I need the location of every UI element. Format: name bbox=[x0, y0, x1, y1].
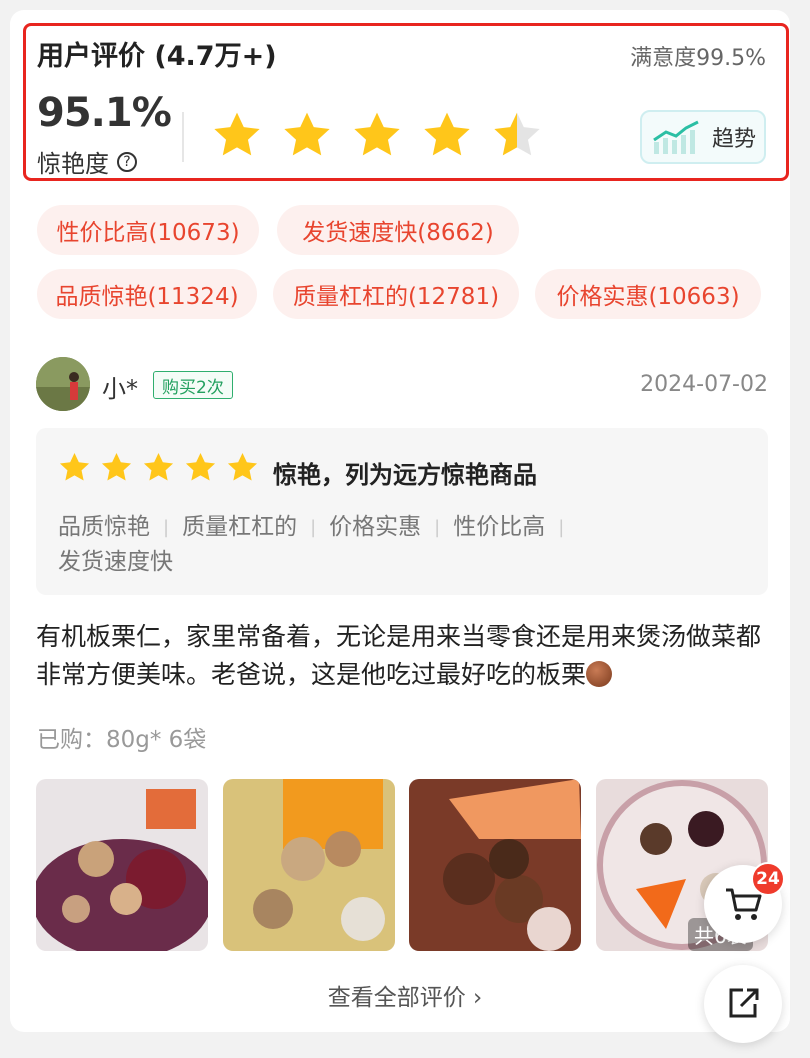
trend-chart-icon bbox=[653, 120, 699, 154]
tag-separator: | bbox=[163, 516, 170, 538]
review-stars bbox=[56, 450, 261, 486]
reviews-title: 用户评价 (4.7万+) bbox=[37, 41, 277, 72]
tag-chip[interactable]: 质量杠杠的(12781) bbox=[273, 269, 519, 319]
chevron-right-icon: › bbox=[473, 985, 483, 1011]
star-icon bbox=[143, 453, 174, 481]
star-icon bbox=[424, 112, 470, 156]
view-all-reviews-link[interactable]: 查看全部评价 › bbox=[0, 978, 810, 1012]
star-icon bbox=[214, 112, 260, 156]
review-tag: 发货速度快 bbox=[58, 548, 173, 575]
tag-chip[interactable]: 发货速度快(8662) bbox=[277, 205, 519, 255]
overall-rating-stars bbox=[208, 108, 546, 164]
star-icon bbox=[59, 453, 90, 481]
star-icon bbox=[101, 453, 132, 481]
avatar[interactable] bbox=[36, 357, 90, 411]
reviewer-name: 小* bbox=[102, 375, 138, 403]
review-photo[interactable] bbox=[223, 779, 395, 951]
review-text-block: 有机板栗仁，家里常备着，无论是用来当零食还是用来煲汤做菜都非常方便美味。老爸说，… bbox=[36, 618, 771, 694]
review-tag-list: 品质惊艳 | 质量杠杠的 | 价格实惠 | 性价比高 | 发货速度快 bbox=[58, 510, 748, 579]
chestnut-icon bbox=[586, 661, 613, 687]
tag-separator: | bbox=[434, 516, 441, 538]
tag-separator: | bbox=[310, 516, 317, 538]
satisfaction-rate: 满意度99.5% bbox=[630, 46, 766, 71]
review-tag: 质量杠杠的 bbox=[182, 514, 298, 540]
tag-chip[interactable]: 品质惊艳(11324) bbox=[37, 269, 257, 319]
review-tag: 品质惊艳 bbox=[58, 514, 150, 540]
trend-label: 趋势 bbox=[712, 127, 757, 152]
star-icon bbox=[227, 453, 258, 481]
review-date: 2024-07-02 bbox=[640, 372, 768, 397]
review-tag: 性价比高 bbox=[453, 514, 546, 540]
wow-label-row: 惊艳度 ? bbox=[37, 144, 137, 179]
review-text: 有机板栗仁，家里常备着，无论是用来当零食还是用来煲汤做菜都非常方便美味。老爸说，… bbox=[36, 622, 762, 689]
cart-count-badge: 24 bbox=[751, 862, 785, 896]
wow-percent: 95.1% bbox=[37, 90, 172, 136]
review-tag: 价格实惠 bbox=[329, 514, 422, 540]
wow-label: 惊艳度 bbox=[37, 150, 109, 178]
review-photo[interactable] bbox=[36, 779, 208, 951]
purchased-spec: 已购：80g* 6袋 bbox=[37, 727, 207, 753]
view-all-label: 查看全部评价 bbox=[327, 985, 466, 1011]
purchase-count-badge: 购买2次 bbox=[153, 371, 233, 399]
star-icon bbox=[354, 112, 400, 156]
tag-chip[interactable]: 性价比高(10673) bbox=[37, 205, 259, 255]
star-icon bbox=[185, 453, 216, 481]
trend-button[interactable]: 趋势 bbox=[640, 110, 766, 164]
star-icon bbox=[284, 112, 330, 156]
share-icon bbox=[729, 988, 759, 1018]
tag-chip[interactable]: 价格实惠(10663) bbox=[535, 269, 761, 319]
tag-separator: | bbox=[558, 516, 565, 538]
share-button[interactable] bbox=[704, 965, 782, 1043]
half-star-icon bbox=[494, 112, 540, 156]
review-headline: 惊艳，列为远方惊艳商品 bbox=[273, 461, 537, 489]
question-circle-icon[interactable]: ? bbox=[117, 151, 137, 172]
review-photo[interactable] bbox=[409, 779, 581, 951]
divider bbox=[182, 112, 184, 162]
